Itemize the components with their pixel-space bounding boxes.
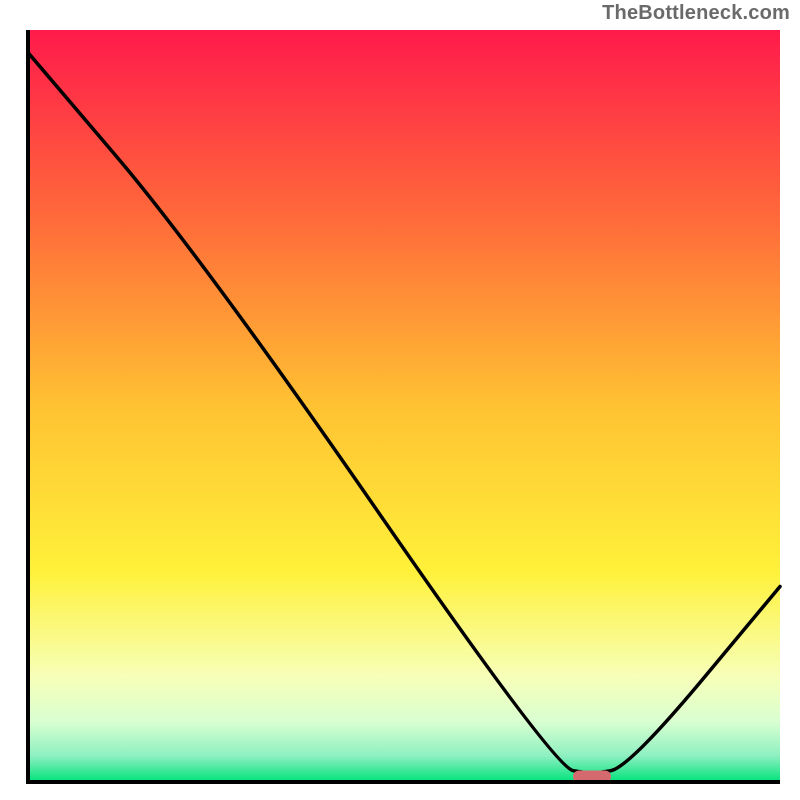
chart-canvas: TheBottleneck.com — [0, 0, 800, 800]
plot-background — [28, 30, 780, 782]
chart-svg — [0, 0, 800, 800]
